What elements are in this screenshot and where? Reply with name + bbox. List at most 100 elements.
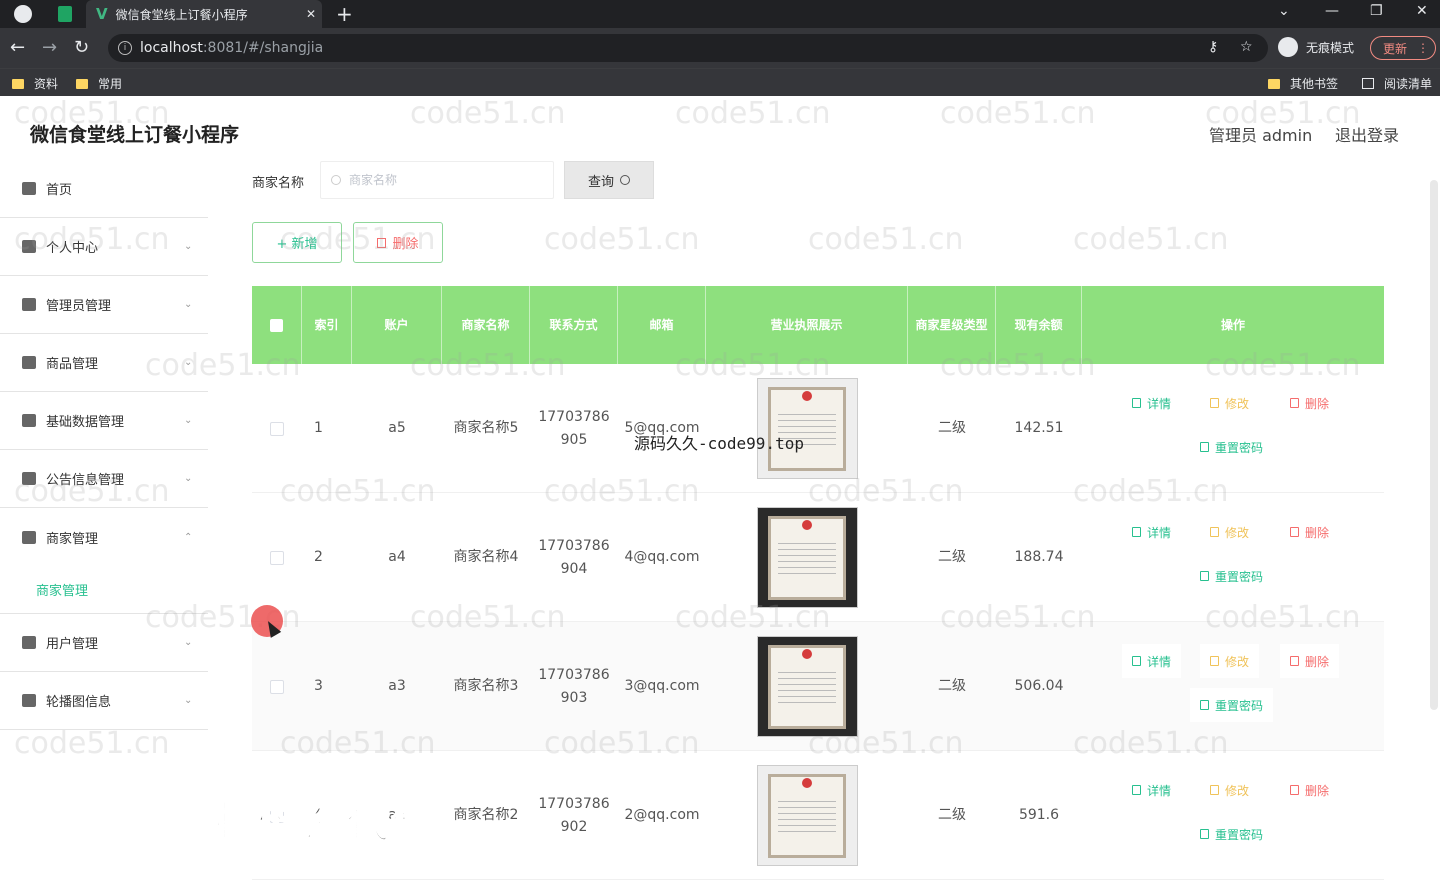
- active-tab[interactable]: V 微信食堂线上订餐小程序 ✕: [86, 0, 322, 28]
- sidebar-item-base-data[interactable]: 基础数据管理 ⌄: [0, 392, 208, 450]
- remove-label: 删除: [1305, 654, 1330, 669]
- restore-icon[interactable]: ❐: [1370, 3, 1383, 19]
- submenu-item-merchants[interactable]: 商家管理: [0, 566, 208, 614]
- cell-ops: 详情 修改 删除 重置密码: [1082, 364, 1382, 493]
- header-license[interactable]: 营业执照展示: [706, 286, 908, 364]
- add-button[interactable]: + 新增: [252, 222, 342, 263]
- reset-password-button[interactable]: 重置密码: [1190, 559, 1273, 593]
- sidebar-item-merchants[interactable]: 商家管理 ⌃: [0, 508, 208, 566]
- header-name[interactable]: 商家名称: [442, 286, 530, 364]
- minimize-icon[interactable]: —: [1325, 3, 1339, 19]
- sidebar-item-label: 轮播图信息: [46, 695, 112, 710]
- sidebar-item-users[interactable]: 用户管理 ⌄: [0, 614, 208, 672]
- info-icon[interactable]: i: [118, 41, 132, 55]
- header-email[interactable]: 邮箱: [618, 286, 706, 364]
- detail-icon: [1132, 398, 1141, 408]
- cell-phone: 17703786902: [538, 795, 610, 835]
- cell-name: 商家名称2: [453, 807, 519, 823]
- sidebar-item-profile[interactable]: 个人中心 ⌄: [0, 218, 208, 276]
- tab-title: 微信食堂线上订餐小程序: [115, 7, 248, 22]
- detail-button[interactable]: 详情: [1122, 515, 1181, 549]
- chevron-down-icon: ⌄: [184, 415, 193, 426]
- forward-icon[interactable]: →: [42, 37, 57, 58]
- incognito-indicator[interactable]: 无痕模式: [1278, 37, 1354, 57]
- sidebar: 首页 个人中心 ⌄ 管理员管理 ⌄ 商品管理 ⌄ 基础数据管理 ⌄ 公告信息管理…: [0, 160, 208, 864]
- remove-label: 删除: [1305, 783, 1330, 798]
- remove-button[interactable]: 删除: [1280, 515, 1339, 549]
- edit-button[interactable]: 修改: [1200, 386, 1259, 420]
- back-icon[interactable]: ←: [10, 37, 25, 58]
- detail-icon: [1132, 527, 1141, 537]
- detail-button[interactable]: 详情: [1122, 773, 1181, 807]
- edit-label: 修改: [1225, 654, 1250, 669]
- certificate-lines: [777, 538, 836, 578]
- url-field[interactable]: i localhost:8081/#/shangjia: [108, 34, 1268, 62]
- edit-button[interactable]: 修改: [1200, 515, 1259, 549]
- promo-caption: 专业毕设代做: [161, 796, 438, 849]
- reset-icon: [1200, 829, 1209, 839]
- key-icon[interactable]: ⚷: [1208, 39, 1218, 55]
- sheets-icon: [58, 6, 72, 22]
- sidebar-item-label: 基础数据管理: [46, 415, 125, 430]
- new-tab-button[interactable]: +: [336, 2, 353, 26]
- address-bar: ← → ↻ i localhost:8081/#/shangjia ⚷ ☆ 无痕…: [0, 28, 1440, 68]
- license-image[interactable]: [756, 636, 858, 737]
- browser-menu-icon[interactable]: [14, 5, 32, 23]
- user-icon: [22, 240, 36, 253]
- license-image[interactable]: [756, 765, 858, 866]
- tab-close-icon[interactable]: ✕: [300, 7, 322, 21]
- detail-label: 详情: [1147, 396, 1172, 411]
- detail-label: 详情: [1147, 525, 1172, 540]
- table-row: 1 a5 商家名称5 17703786905 5@qq.com 二级 142.5…: [252, 364, 1384, 493]
- remove-button[interactable]: 删除: [1280, 773, 1339, 807]
- remove-button[interactable]: 删除: [1280, 644, 1340, 678]
- cell-ops: 详情 修改 删除 重置密码: [1082, 751, 1382, 880]
- bookmark-folder-2[interactable]: 常用: [76, 75, 122, 92]
- table-row: 2 a4 商家名称4 17703786904 4@qq.com 二级 188.7…: [252, 493, 1384, 622]
- bookmarks-bar: 资料 常用 其他书签 阅读清单: [0, 68, 1440, 96]
- page-scrollbar[interactable]: [1430, 180, 1438, 710]
- update-button[interactable]: 更新 ⋮: [1370, 36, 1436, 60]
- reset-password-button[interactable]: 重置密码: [1190, 430, 1273, 464]
- bookmark-star-icon[interactable]: ☆: [1240, 39, 1253, 55]
- close-window-icon[interactable]: ✕: [1416, 3, 1428, 19]
- reload-icon[interactable]: ↻: [74, 37, 89, 58]
- sidebar-item-admins[interactable]: 管理员管理 ⌄: [0, 276, 208, 334]
- other-bookmarks[interactable]: 其他书签: [1268, 75, 1338, 92]
- edit-button[interactable]: 修改: [1200, 644, 1260, 678]
- sidebar-item-carousel[interactable]: 轮播图信息 ⌄: [0, 672, 208, 730]
- reset-password-button[interactable]: 重置密码: [1190, 817, 1273, 851]
- remove-button[interactable]: 删除: [1280, 386, 1339, 420]
- folder-icon: [12, 78, 24, 89]
- edit-button[interactable]: 修改: [1200, 773, 1259, 807]
- detail-label: 详情: [1147, 783, 1172, 798]
- sidebar-item-home[interactable]: 首页: [0, 160, 208, 218]
- delete-button[interactable]: 删除: [353, 222, 443, 263]
- pinned-tab[interactable]: [48, 0, 82, 28]
- tab-search-icon[interactable]: ⌄: [1278, 3, 1290, 19]
- row-checkbox[interactable]: [270, 421, 284, 436]
- header-phone[interactable]: 联系方式: [530, 286, 618, 364]
- logout-link[interactable]: 退出登录: [1335, 122, 1399, 146]
- query-button[interactable]: 查询: [564, 161, 654, 199]
- bookmark-label: 资料: [34, 77, 59, 91]
- bookmark-folder-1[interactable]: 资料: [12, 75, 58, 92]
- cell-balance: 188.74: [1014, 549, 1064, 565]
- reset-password-button[interactable]: 重置密码: [1190, 688, 1274, 722]
- header-level[interactable]: 商家星级类型: [908, 286, 996, 364]
- detail-button[interactable]: 详情: [1122, 644, 1182, 678]
- sidebar-item-goods[interactable]: 商品管理 ⌄: [0, 334, 208, 392]
- license-image[interactable]: [756, 378, 858, 479]
- header-balance[interactable]: 现有余额: [996, 286, 1082, 364]
- search-input[interactable]: [349, 173, 539, 187]
- search-field-wrapper[interactable]: [320, 161, 554, 199]
- row-checkbox[interactable]: [270, 550, 284, 565]
- sidebar-item-notices[interactable]: 公告信息管理 ⌄: [0, 450, 208, 508]
- license-image[interactable]: [756, 507, 858, 608]
- reading-list[interactable]: 阅读清单: [1362, 75, 1432, 92]
- cell-ops: 详情 修改 删除 重置密码: [1082, 493, 1382, 622]
- detail-button[interactable]: 详情: [1122, 386, 1181, 420]
- select-all-checkbox[interactable]: [270, 318, 283, 332]
- row-checkbox[interactable]: [270, 679, 284, 694]
- header-account[interactable]: 账户: [352, 286, 442, 364]
